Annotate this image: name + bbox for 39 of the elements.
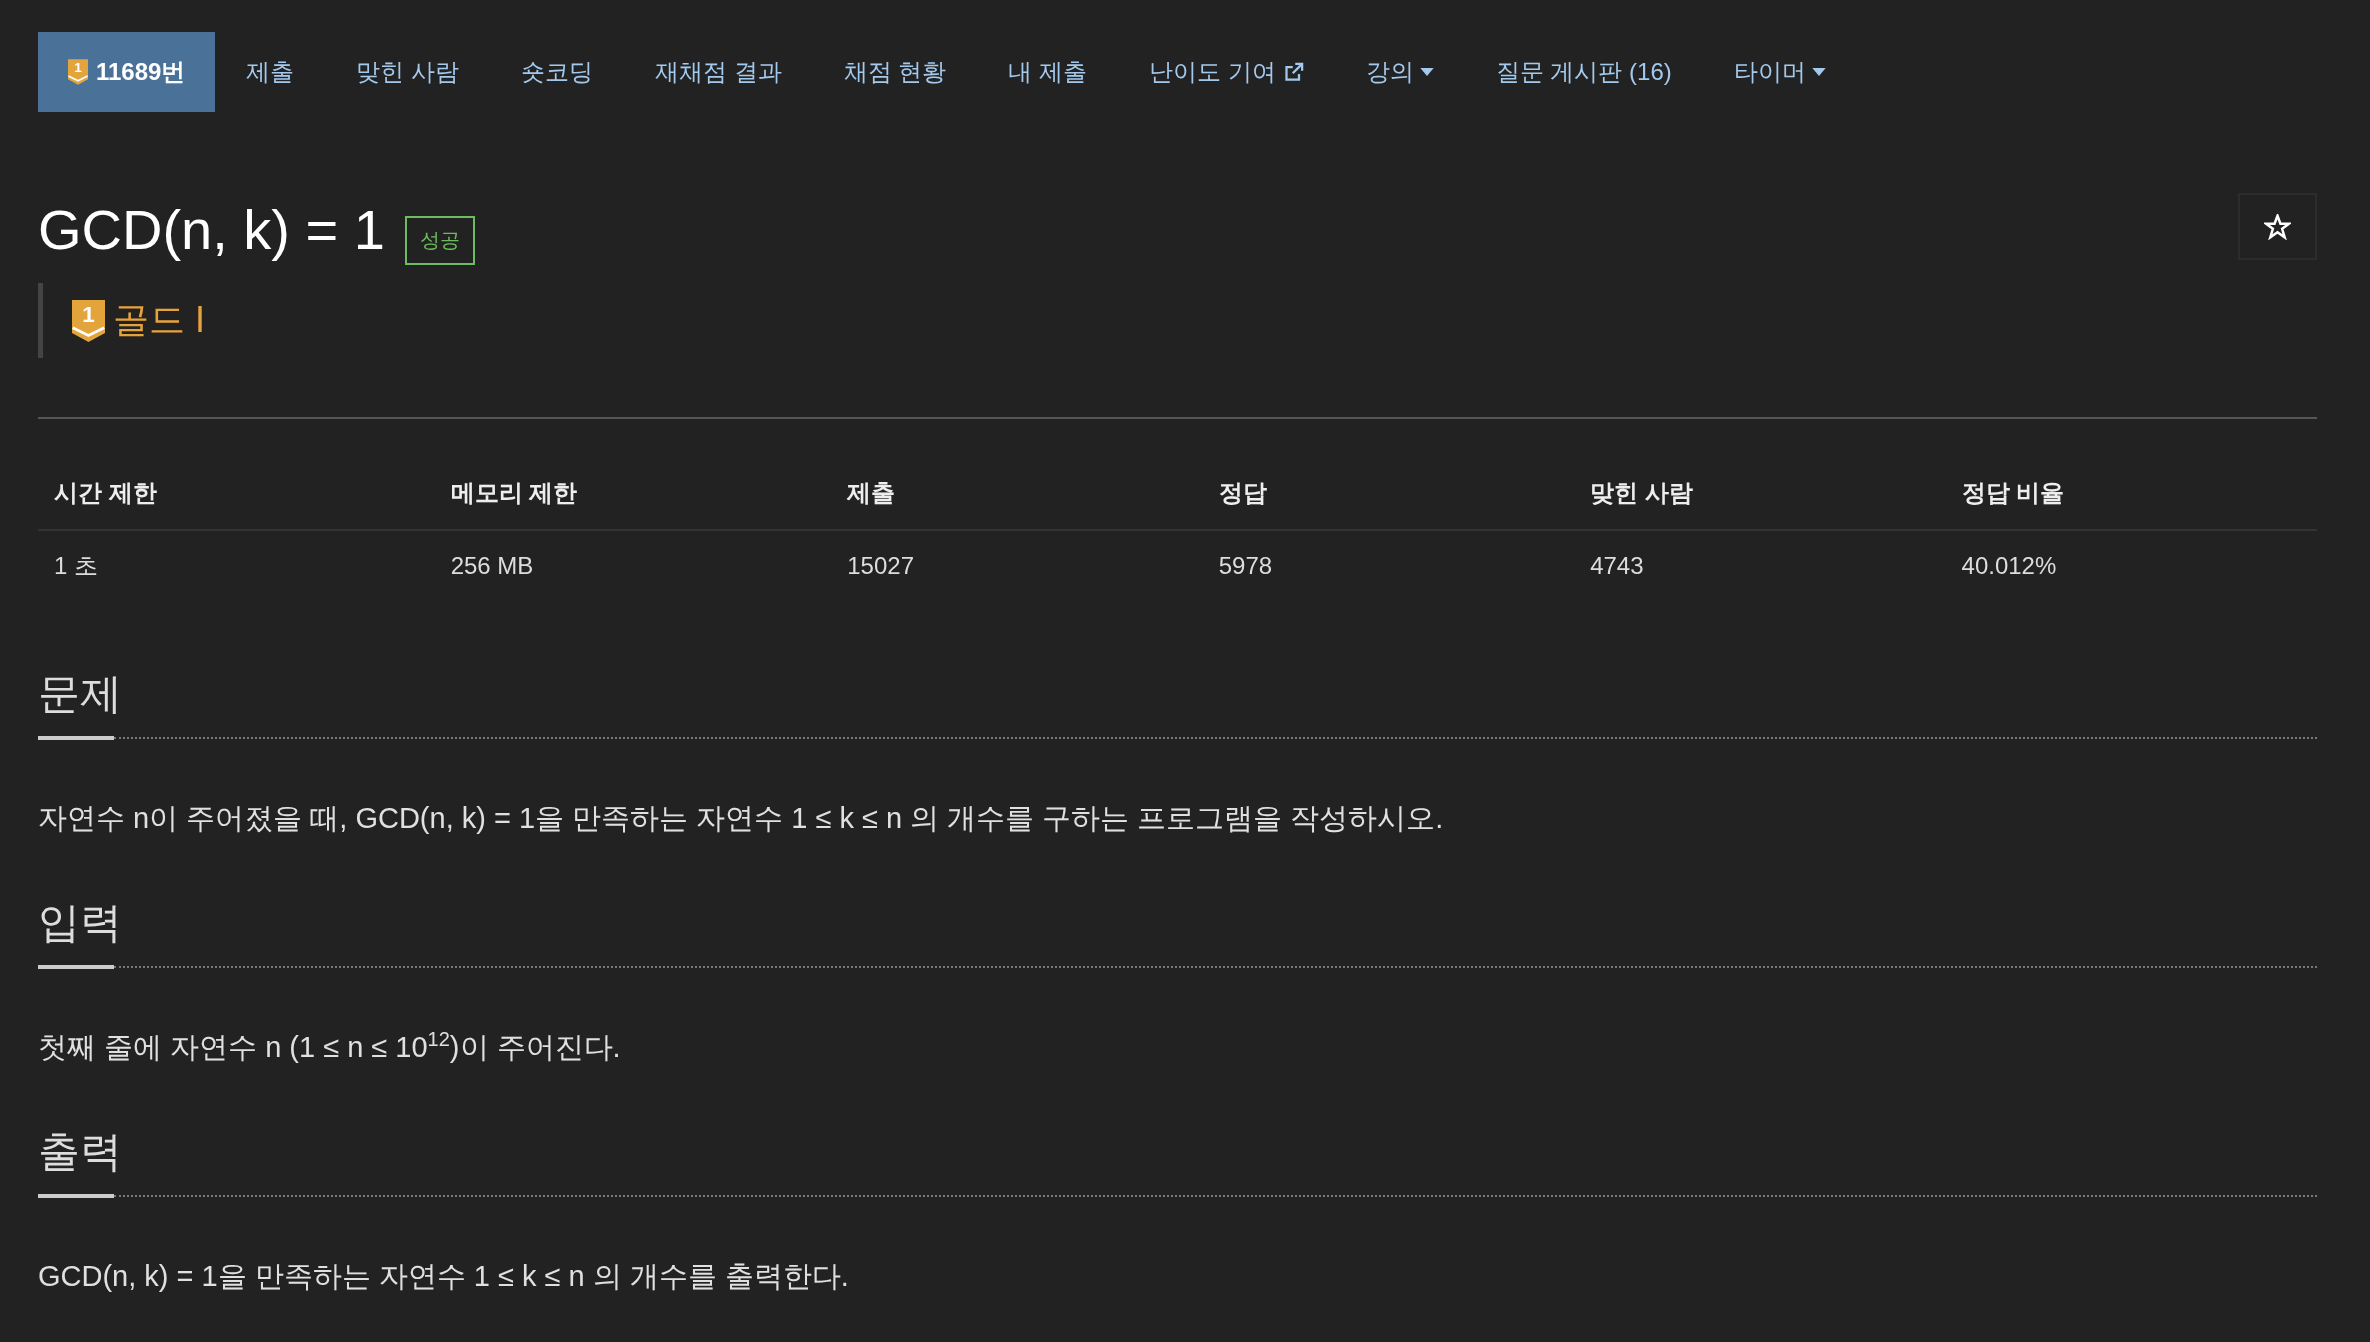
tier-badge-icon: 1 [72, 299, 105, 342]
section-text: 자연수 n이 주어졌을 때, GCD(n, k) = 1을 만족하는 자연수 1 ≤ k ≤ n 의 개수를 구하는 프로그램을 작성하시오. [38, 801, 1445, 836]
nav-tab[interactable]: 질문 게시판 (16) [1464, 32, 1703, 112]
nav-tab[interactable]: 타이머 [1702, 32, 1857, 112]
nav-tab[interactable]: 숏코딩 [490, 32, 625, 112]
tier-label: 골드 I [113, 298, 205, 342]
caret-icon [1419, 68, 1434, 76]
section-text: GCD(n, k) = 1을 만족하는 자연수 1 ≤ k ≤ n 의 개수를 출력한다. [38, 1259, 850, 1294]
external-link-icon [1283, 62, 1304, 82]
nav-tab[interactable]: 강의 [1334, 32, 1465, 112]
table-header-cell: 시간 제한 [38, 457, 435, 530]
nav-tab[interactable]: 재채점 결과 [624, 32, 813, 112]
nav-tab[interactable]: 1 11689번 [38, 32, 216, 112]
nav-tab[interactable]: 내 제출 [977, 32, 1119, 112]
nav-tab[interactable]: 채점 현황 [812, 32, 978, 112]
nav-tab[interactable]: 맞힌 사람 [325, 32, 491, 112]
section-heading: 입력 [38, 894, 114, 969]
table-cell: 15027 [831, 530, 1203, 601]
nav-tab[interactable]: 난이도 기여 [1118, 32, 1335, 112]
section-heading: 출력 [38, 1123, 114, 1198]
star-button[interactable] [2238, 193, 2317, 260]
table-cell: 256 MB [434, 530, 832, 601]
nav-tab[interactable]: 제출 [215, 32, 326, 112]
table-header-cell: 맞힌 사람 [1574, 457, 1946, 530]
problem-title: GCD(n, k) = 1 [38, 197, 385, 263]
tier-badge-icon: 1 [68, 59, 88, 85]
table-cell: 40.012% [1945, 530, 2317, 601]
table-header-cell: 메모리 제한 [434, 457, 832, 530]
table-cell: 5978 [1202, 530, 1575, 601]
table-cell: 1 초 [38, 530, 435, 601]
star-icon [2264, 213, 2291, 240]
caret-icon [1811, 68, 1826, 76]
table-header-cell: 제출 [831, 457, 1203, 530]
table-header-cell: 정답 비율 [1945, 457, 2317, 530]
result-badge: 성공 [404, 216, 475, 265]
table-cell: 4743 [1574, 530, 1946, 601]
section-text: 첫째 줄에 자연수 n (1 ≤ n ≤ 10$^{12}$)이 주어진다. [38, 1027, 622, 1065]
section-heading: 문제 [38, 665, 114, 740]
table-header-cell: 정답 [1202, 457, 1575, 530]
